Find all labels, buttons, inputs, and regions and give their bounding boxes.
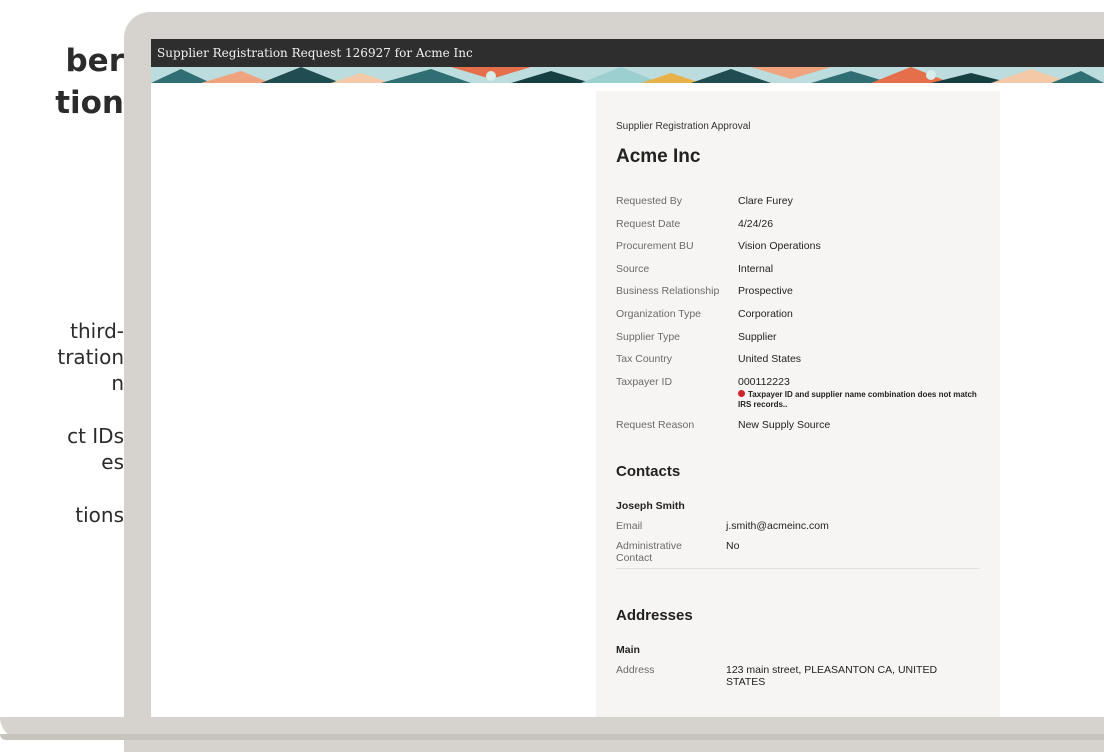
slide-bullet-text: third-: [70, 319, 124, 343]
banner-pattern: [151, 67, 1104, 83]
address-row: Address 123 main street, PLEASANTON CA, …: [616, 664, 980, 688]
field-requested-by: Requested By Clare Furey: [616, 190, 980, 213]
field-label: Supplier Type: [616, 330, 681, 343]
field-value: Vision Operations: [738, 240, 821, 253]
field-value: No: [726, 539, 740, 552]
slide-title-line: tion: [55, 85, 124, 121]
field-tax-country: Tax Country United States: [616, 348, 980, 371]
field-label: Source: [616, 262, 650, 275]
company-name: Acme Inc: [616, 146, 701, 167]
decorative-banner: [151, 67, 1104, 83]
taxpayer-error-message: Taxpayer ID and supplier name combinatio…: [738, 390, 978, 410]
approval-panel: Supplier Registration Approval Acme Inc …: [596, 91, 1000, 717]
error-icon: [738, 390, 745, 398]
slide-bullet-text: es: [101, 450, 124, 474]
field-label: Business Relationship: [616, 285, 720, 298]
slide-bullet-text: ct IDs: [67, 424, 124, 448]
field-value: Corporation: [738, 307, 793, 320]
field-value: Internal: [738, 262, 774, 275]
field-supplier-type: Supplier Type Supplier: [616, 326, 980, 349]
section-divider: [616, 567, 980, 569]
window-title: Supplier Registration Request 126927 for…: [151, 39, 1104, 67]
field-label: Procurement BU: [616, 240, 694, 253]
slide-bullet-text: tions: [75, 503, 124, 527]
laptop-base-shadow: [0, 734, 1104, 740]
address-value: 123 main street, PLEASANTON CA, UNITED S…: [726, 663, 938, 688]
contact-name: Joseph Smith: [616, 499, 685, 512]
contact-email[interactable]: j.smith@acmeinc.com: [726, 520, 829, 532]
field-label: Request Date: [616, 217, 681, 230]
field-value: United States: [738, 353, 802, 366]
field-label: Requested By: [616, 195, 682, 207]
field-procurement-bu: Procurement BU Vision Operations: [616, 235, 980, 258]
field-label: Tax Country: [616, 353, 673, 366]
slide-bullet-text: n: [111, 371, 124, 395]
field-label: Organization Type: [616, 307, 702, 320]
slide-bullets: third- tration n ct IDs es tions: [0, 318, 124, 528]
field-value: New Supply Source: [738, 419, 831, 432]
contact-admin-row: Administrative Contact No: [616, 540, 980, 564]
field-value: Supplier: [738, 330, 777, 343]
field-label: Request Reason: [616, 419, 695, 432]
field-business-relationship: Business Relationship Prospective: [616, 280, 980, 303]
slide-title-line: ber: [65, 43, 124, 79]
slide-bullet-text: tration: [57, 345, 124, 369]
field-label: Email: [616, 519, 643, 532]
field-value: 4/24/26: [738, 217, 774, 230]
field-source: Source Internal: [616, 258, 980, 281]
contact-email-row: Email j.smith@acmeinc.com: [616, 520, 980, 532]
field-request-date: Request Date 4/24/26: [616, 213, 980, 236]
addresses-heading: Addresses: [616, 606, 693, 624]
contacts-heading: Contacts: [616, 462, 681, 480]
slide-title: ber tion: [0, 40, 124, 124]
panel-eyebrow: Supplier Registration Approval: [616, 121, 751, 132]
laptop-screen: Supplier Registration Request 126927 for…: [151, 39, 1104, 717]
field-value: Prospective: [738, 285, 793, 298]
field-request-reason: Request Reason New Supply Source: [616, 414, 980, 437]
field-value: Clare Furey: [738, 195, 793, 207]
address-name: Main: [616, 643, 640, 656]
field-label: Administrative Contact: [616, 539, 682, 564]
field-organization-type: Organization Type Corporation: [616, 303, 980, 326]
request-fields: Requested By Clare Furey Request Date 4/…: [616, 190, 980, 437]
error-text: Taxpayer ID and supplier name combinatio…: [738, 390, 977, 410]
field-label: Taxpayer ID: [616, 375, 673, 388]
field-label: Address: [616, 663, 655, 676]
